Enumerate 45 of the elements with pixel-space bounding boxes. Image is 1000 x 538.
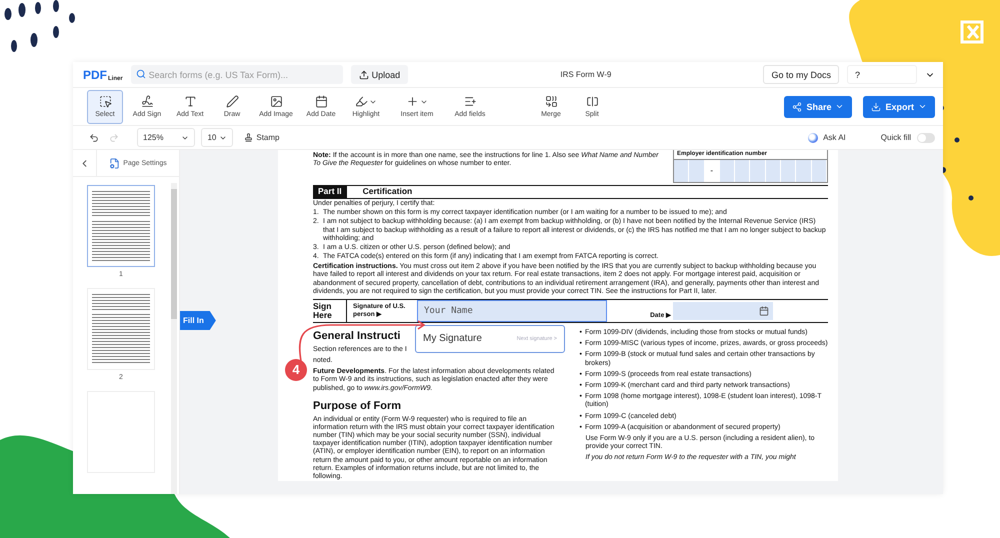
sign-here-label: Sign Here xyxy=(313,300,347,322)
font-size-select[interactable]: 10 xyxy=(201,128,234,147)
signature-icon xyxy=(140,95,154,108)
pointer-icon xyxy=(98,95,112,108)
image-icon xyxy=(270,95,282,108)
back-button[interactable] xyxy=(73,150,97,176)
list-plus-icon xyxy=(464,95,476,108)
chevron-icon xyxy=(918,102,927,111)
highlighter-icon xyxy=(355,95,368,108)
upload-icon xyxy=(358,70,369,80)
upload-button[interactable]: Upload xyxy=(350,65,408,84)
toggle-switch[interactable] xyxy=(917,132,935,142)
part-label: Part II xyxy=(313,186,347,198)
document-title: IRS Form W-9 xyxy=(559,70,612,79)
chevron-icon xyxy=(835,102,844,111)
fill-in-tag[interactable]: Fill In xyxy=(180,311,216,330)
combine-icon xyxy=(544,95,558,108)
date-field[interactable] xyxy=(673,302,773,320)
section-heading: Purpose of Form xyxy=(313,400,402,413)
split-icon xyxy=(586,95,598,108)
calendar-icon xyxy=(759,306,769,316)
section-title: Certification xyxy=(362,187,412,197)
share-button[interactable]: Share xyxy=(784,96,852,118)
share-icon xyxy=(792,102,802,112)
popup-title: My Signature xyxy=(423,333,482,345)
page-settings-icon xyxy=(109,158,120,168)
download-icon xyxy=(871,102,882,112)
stamp-icon xyxy=(244,133,254,142)
quick-fill-label: Quick fill xyxy=(880,133,911,142)
plus-icon xyxy=(406,95,419,108)
signature-field[interactable]: Your Name xyxy=(417,300,607,322)
section-heading: General Instructi xyxy=(313,330,400,343)
text-icon xyxy=(184,95,196,108)
page-thumbnail[interactable] xyxy=(87,185,155,267)
help-button[interactable]: ? xyxy=(847,65,917,84)
step-badge: 4 xyxy=(285,359,307,382)
brand-logo-icon xyxy=(958,18,986,46)
search-icon xyxy=(136,69,146,79)
export-button[interactable]: Export xyxy=(863,96,935,118)
search-field[interactable]: Search forms (e.g. US Tax Form)... xyxy=(130,65,343,84)
docs-link-button[interactable]: Go to my Docs xyxy=(763,65,839,84)
calendar-icon xyxy=(314,95,328,108)
zoom-select[interactable]: 125% xyxy=(137,128,196,147)
pen-icon xyxy=(226,95,238,108)
scrollbar[interactable] xyxy=(171,183,177,494)
